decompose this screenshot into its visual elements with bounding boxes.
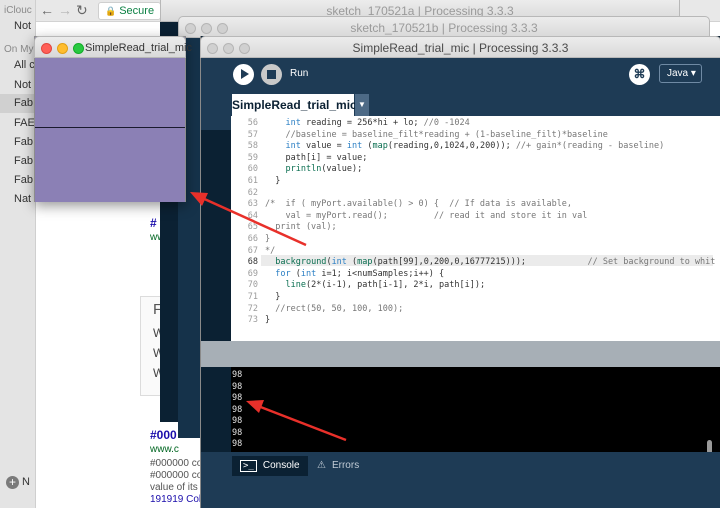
code-line: background(int (map(path[99],0,200,0,167… — [275, 257, 716, 268]
line-number: 56 — [247, 118, 258, 128]
result-title[interactable]: # — [150, 216, 157, 230]
sidebar-item[interactable]: FAE — [0, 114, 36, 133]
sidebar-item[interactable]: Not — [0, 76, 36, 95]
window-title: SimpleRead_trial_mic | Processing 3.3.3 — [352, 41, 569, 55]
close-button[interactable] — [41, 43, 52, 54]
butterfly-icon: ⌘ — [633, 67, 646, 81]
address-bar[interactable]: 🔒 Secure — [98, 2, 162, 20]
code-line: /* if ( myPort.available() > 0) { // If … — [265, 199, 573, 210]
line-number: 73 — [247, 315, 258, 326]
line-number: 58 — [247, 141, 258, 152]
mode-selector[interactable]: Java ▾ — [659, 64, 702, 83]
line-number: 70 — [247, 280, 258, 291]
code-editor[interactable]: 56 57 58 59 60 61 62 63 64 65 66 67 68 69 70 71 72 73 int… — [231, 116, 720, 341]
code-line: */ — [265, 245, 276, 256]
sidebar-item[interactable]: Nat — [0, 190, 36, 209]
console-line: 98 — [232, 370, 243, 380]
waveform-line — [35, 127, 185, 128]
tab-errors[interactable]: ⚠ Errors — [317, 456, 359, 476]
sidebar-item[interactable]: Fab — [0, 133, 36, 152]
line-number: 72 — [247, 303, 258, 314]
line-number: 65 — [247, 222, 258, 233]
console-line: 98 — [232, 393, 243, 403]
line-number: 60 — [247, 164, 258, 175]
code-line: println(value); — [285, 164, 363, 175]
sidebar-item[interactable]: All c — [0, 56, 36, 75]
sketch-titlebar[interactable]: SimpleRead_trial_mic — [34, 36, 192, 58]
code-line: val = myPort.read(); // read it and stor… — [265, 210, 588, 221]
chevron-down-icon: ▼ — [358, 100, 366, 109]
sidebar-new-folder[interactable]: N — [8, 473, 44, 492]
sketch-canvas — [35, 58, 185, 202]
code-line: int value = int (map(reading,0,1024,0,20… — [285, 141, 665, 152]
code-line: } — [265, 315, 271, 326]
line-number: 71 — [247, 292, 258, 302]
line-number: 69 — [247, 268, 258, 279]
sidebar-item-notes[interactable]: Not — [0, 17, 36, 36]
line-number: 66 — [247, 234, 258, 244]
console-line: 98 — [232, 381, 243, 392]
sidebar-section-icloud: iClouc — [4, 5, 32, 16]
sketch-title: SimpleRead_trial_mic — [85, 42, 192, 54]
code-line: for (int i=1; i<numSamples;i++) { — [275, 268, 445, 279]
sidebar-item-selected[interactable]: Fab — [0, 94, 36, 113]
line-number: 62 — [247, 187, 258, 198]
line-number-gutter: 56 57 58 59 60 61 62 63 64 65 66 67 68 69 70 71 72 73 — [231, 116, 261, 341]
code-line: } — [265, 292, 281, 302]
line-number: 67 — [247, 245, 258, 256]
sidebar-item[interactable]: Fab — [0, 171, 36, 190]
window-titlebar-sketch-b[interactable]: sketch_170521b | Processing 3.3.3 — [178, 16, 710, 38]
code-line: path[i] = value; — [265, 152, 368, 163]
line-number: 61 — [247, 176, 258, 186]
line-number: 59 — [247, 152, 258, 163]
sketch-window: SimpleRead_trial_mic — [34, 36, 192, 202]
minimize-button[interactable] — [57, 43, 68, 54]
result-snippet: #000000 co — [150, 458, 203, 469]
tab-console[interactable]: >_ Console — [232, 456, 308, 476]
warning-icon: ⚠ — [317, 460, 326, 471]
back-arrow-icon[interactable]: ← — [40, 2, 54, 18]
secure-label: Secure — [119, 5, 155, 17]
status-bar — [201, 341, 720, 367]
console-line: 98 — [232, 404, 243, 415]
code-line: } — [265, 234, 271, 244]
console-line: 98 — [232, 439, 243, 449]
tab-sketch[interactable]: SimpleRead_trial_mic — [232, 94, 357, 116]
sidebar-item[interactable]: Fab — [0, 152, 36, 171]
run-button[interactable] — [233, 64, 254, 85]
screen: iClouc Not On My All c Not Fab FAE Fab F… — [0, 0, 720, 508]
code-line: line(2*(i-1), path[i-1], 2*i, path[i]); — [285, 280, 486, 291]
sidebar-section-on-my: On My — [4, 44, 34, 55]
tab-console-label: Console — [262, 460, 300, 471]
line-number: 68 — [247, 257, 258, 268]
line-number: 63 — [247, 199, 258, 210]
lock-icon: 🔒 — [105, 6, 117, 16]
stop-button[interactable] — [261, 64, 282, 85]
console-footer: >_ Console ⚠ Errors — [201, 452, 720, 508]
code-line: //rect(50, 50, 100, 100); — [275, 303, 404, 314]
notes-sidebar: iClouc Not On My All c Not Fab FAE Fab F… — [0, 0, 36, 508]
line-number: 57 — [247, 129, 258, 140]
processing-window: SimpleRead_trial_mic | Processing 3.3.3 … — [200, 36, 720, 508]
line-number: 64 — [247, 210, 258, 221]
code-line: print (val); — [265, 222, 337, 233]
code-line: //baseline = baseline_filt*reading + (1-… — [285, 129, 608, 140]
forward-arrow-icon[interactable]: → — [58, 2, 72, 18]
tab-errors-label: Errors — [331, 460, 360, 471]
result-url: www.c — [150, 444, 179, 455]
debug-button[interactable]: ⌘ — [629, 64, 650, 85]
window-titlebar[interactable]: SimpleRead_trial_mic | Processing 3.3.3 — [200, 36, 720, 58]
tab-menu-button[interactable]: ▼ — [355, 94, 369, 116]
reload-icon[interactable]: ↻ — [76, 2, 88, 19]
console-line: 98 — [232, 427, 243, 438]
terminal-icon: >_ — [240, 460, 257, 472]
console-line: 98 — [232, 416, 243, 426]
code-line: } — [265, 176, 281, 186]
result-snippet: #000000 co — [150, 470, 203, 481]
run-label: Run — [290, 68, 309, 79]
zoom-button[interactable] — [73, 43, 84, 54]
console-output[interactable]: 98 98 98 98 98 98 98 — [231, 367, 720, 452]
result-title[interactable]: #000 — [150, 428, 177, 442]
code-line: int reading = 256*hi + lo; //0 -1024 — [285, 118, 470, 128]
